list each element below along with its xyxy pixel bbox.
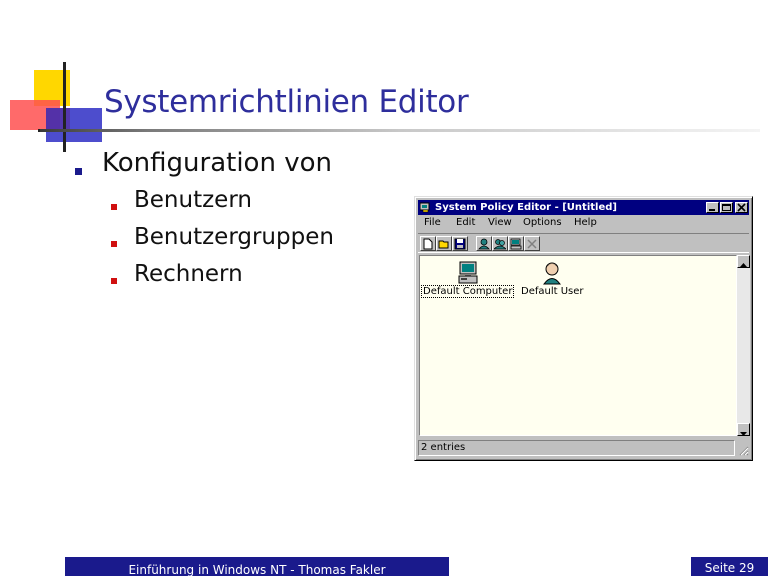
arrow-up-icon: [740, 263, 747, 267]
sub-bullet-marker: [111, 278, 117, 284]
resize-grip-icon[interactable]: [737, 444, 749, 456]
entry-label: Default Computer: [420, 285, 515, 298]
close-button[interactable]: [735, 202, 748, 213]
list-item[interactable]: Default Computer: [420, 260, 515, 298]
window-titlebar[interactable]: System Policy Editor - [Untitled]: [418, 200, 749, 215]
remove-button[interactable]: [524, 236, 540, 251]
scroll-up-button[interactable]: [737, 255, 750, 268]
sub-bullet-marker: [111, 241, 117, 247]
menu-edit[interactable]: Edit: [456, 217, 475, 228]
arrow-down-icon: [740, 432, 747, 436]
menu-view[interactable]: View: [488, 217, 512, 228]
policy-entries-list: Default Computer Default User: [419, 255, 737, 436]
menu-bar: File Edit View Options Help: [418, 216, 749, 232]
menu-help[interactable]: Help: [574, 217, 597, 228]
sub-bullet-text: Benutzergruppen: [134, 224, 334, 250]
maximize-icon: [722, 204, 731, 211]
slide-title: Systemrichtlinien Editor: [104, 84, 469, 120]
open-button[interactable]: [436, 236, 452, 251]
menu-options[interactable]: Options: [523, 217, 562, 228]
computer-icon: [458, 261, 478, 284]
add-user-button[interactable]: [476, 236, 492, 251]
add-group-button[interactable]: [492, 236, 508, 251]
footer-presentation-title: Einführung in Windows NT - Thomas Fakler: [65, 557, 449, 576]
policy-editor-app-icon: [420, 202, 430, 213]
save-disk-icon: [454, 238, 466, 250]
status-text: 2 entries: [418, 440, 735, 456]
add-user-icon: [478, 238, 490, 250]
user-icon: [543, 262, 562, 285]
save-button[interactable]: [452, 236, 468, 251]
sub-bullet-marker: [111, 204, 117, 210]
minimize-button[interactable]: [706, 202, 719, 213]
maximize-button[interactable]: [720, 202, 733, 213]
remove-x-icon: [527, 239, 537, 249]
open-folder-icon: [438, 240, 449, 249]
bullet-marker: [75, 168, 82, 175]
minimize-icon: [709, 209, 715, 211]
sub-bullet-text: Benutzern: [134, 187, 252, 213]
slide-logo-decoration: [10, 62, 102, 152]
list-item[interactable]: Default User: [520, 260, 585, 297]
new-file-icon: [423, 238, 433, 250]
status-bar: 2 entries: [418, 440, 749, 456]
close-icon: [737, 203, 746, 212]
vertical-scrollbar[interactable]: [737, 255, 750, 436]
menu-file[interactable]: File: [424, 217, 441, 228]
scroll-down-button[interactable]: [737, 423, 750, 436]
sub-bullet-text: Rechnern: [134, 261, 243, 287]
toolbar: [418, 233, 749, 253]
window-title: System Policy Editor - [Untitled]: [435, 202, 617, 213]
title-underline: [40, 129, 760, 132]
footer-page-number: Seite 29: [691, 557, 768, 576]
entry-label: Default User: [521, 286, 584, 297]
bullet-level1-text: Konfiguration von: [102, 148, 332, 178]
add-computer-icon: [510, 238, 522, 250]
policy-editor-window: System Policy Editor - [Untitled] File E…: [414, 196, 753, 461]
add-group-icon: [494, 239, 506, 250]
new-button[interactable]: [420, 236, 436, 251]
add-computer-button[interactable]: [508, 236, 524, 251]
